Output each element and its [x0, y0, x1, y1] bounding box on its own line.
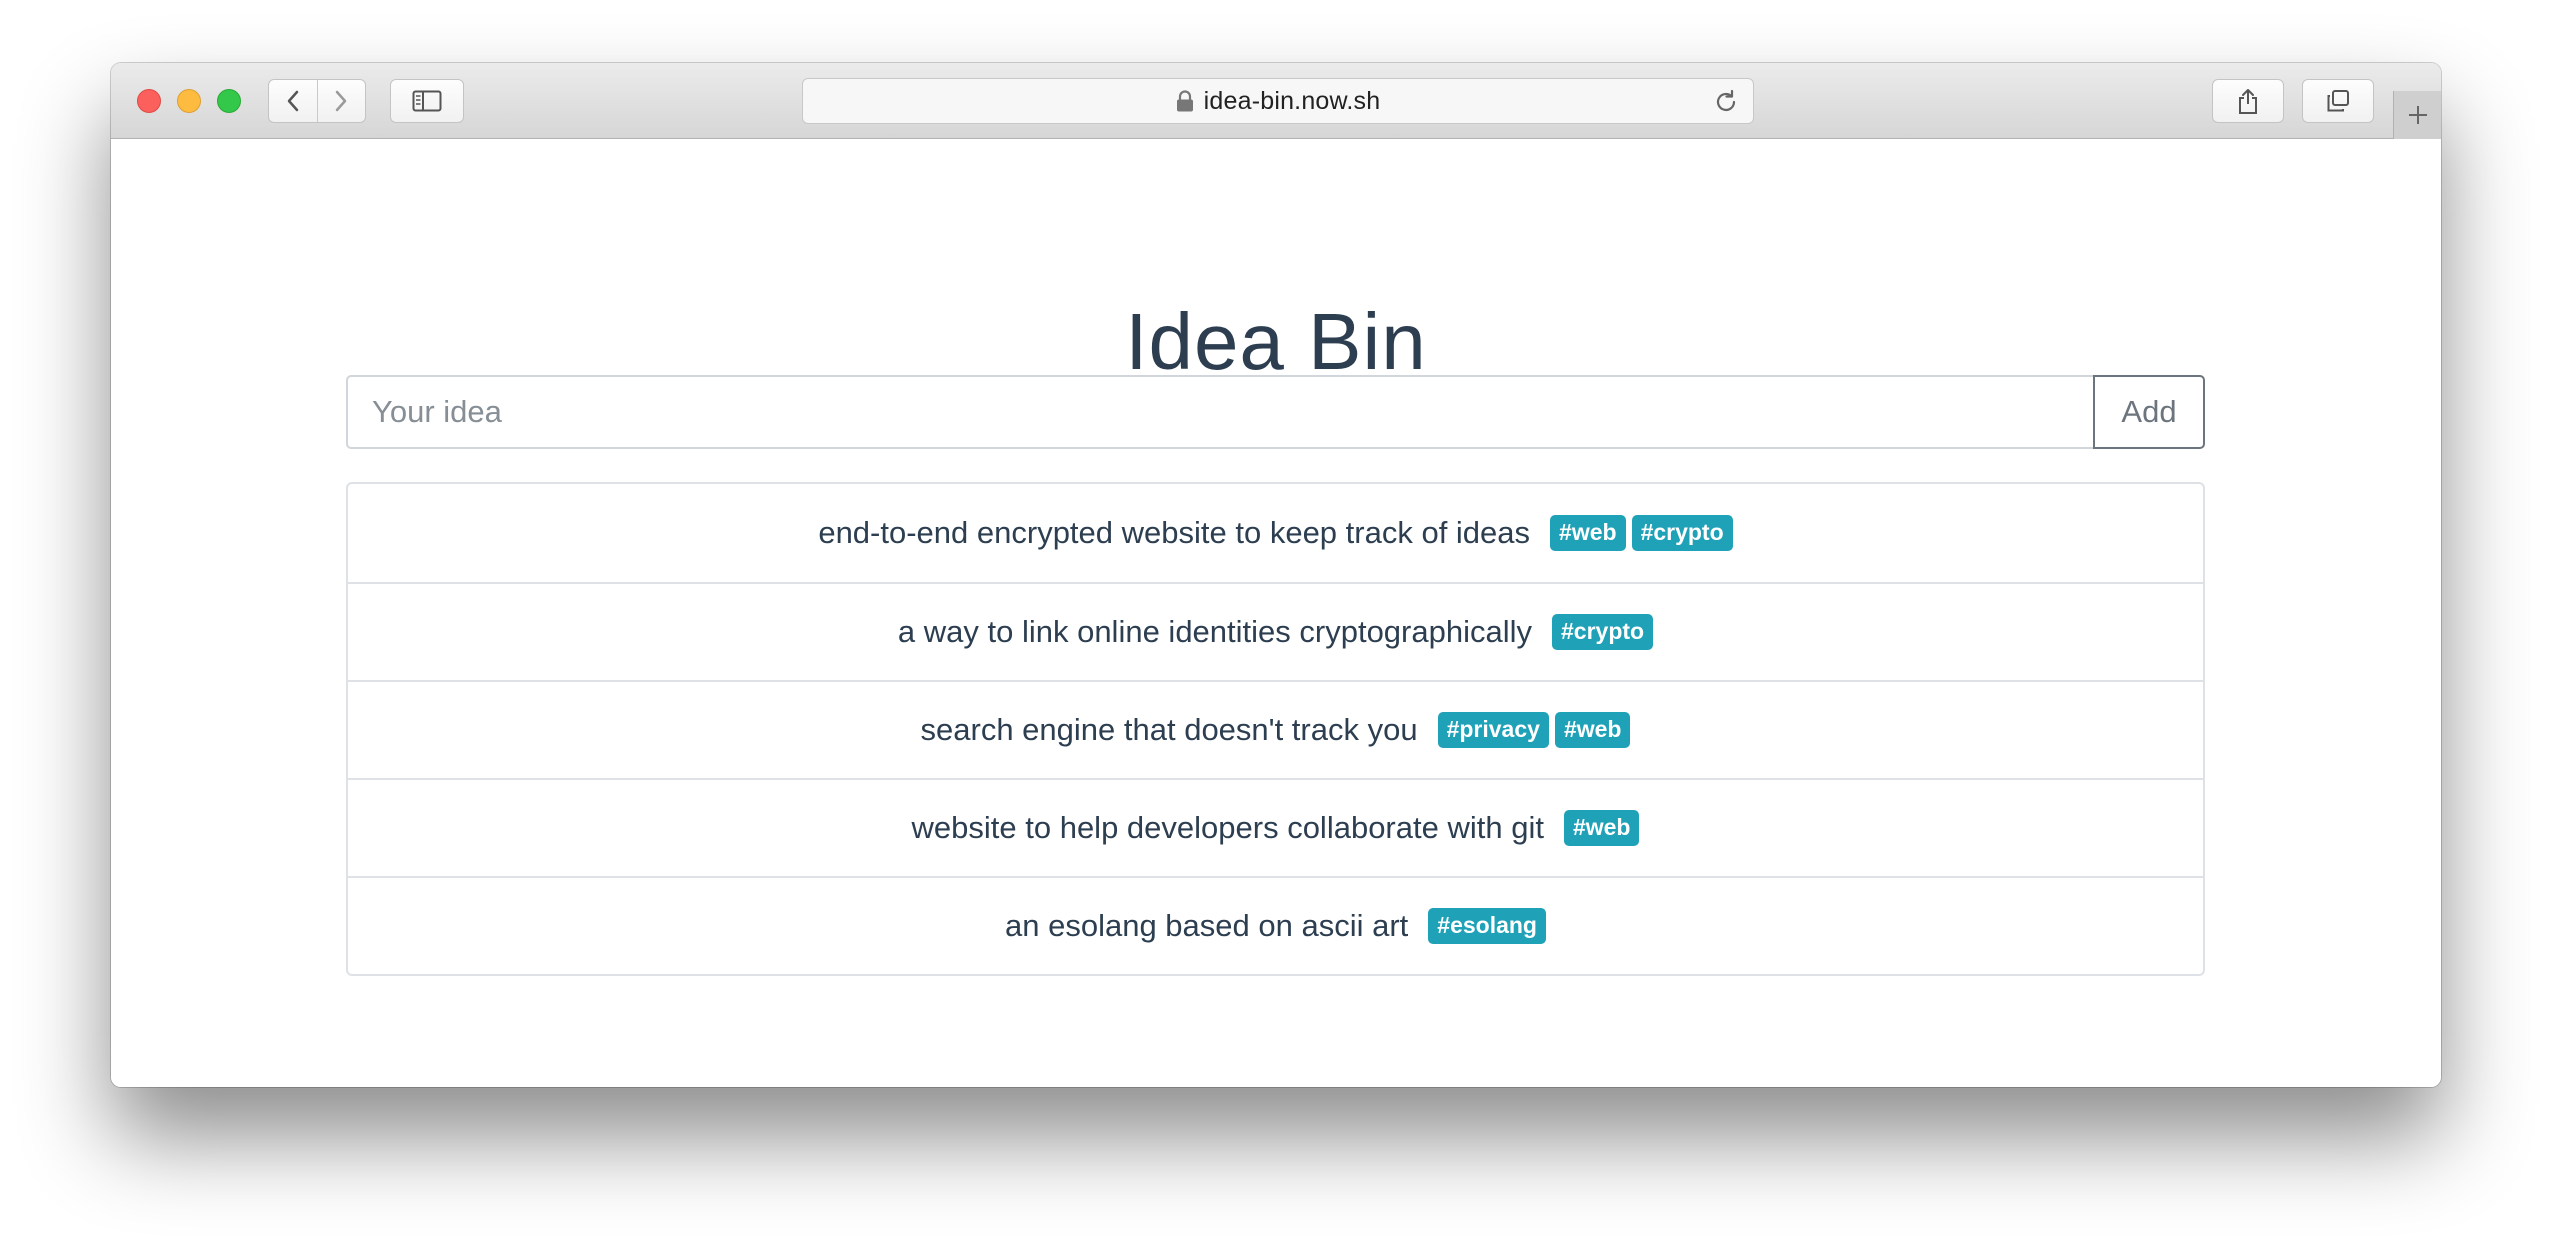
navigation-buttons: [268, 79, 366, 123]
idea-text: website to help developers collaborate w…: [911, 810, 1544, 845]
sidebar-toggle-button[interactable]: [390, 79, 464, 123]
tag-badge[interactable]: #crypto: [1552, 613, 1654, 651]
tag-badge[interactable]: #web: [1554, 711, 1631, 749]
forward-button[interactable]: [316, 80, 366, 122]
browser-toolbar: idea-bin.now.sh: [111, 63, 2441, 139]
chevron-right-icon: [336, 90, 347, 112]
address-bar[interactable]: idea-bin.now.sh: [802, 78, 1754, 124]
address-url: idea-bin.now.sh: [1203, 86, 1381, 115]
lock-icon: [1176, 90, 1193, 112]
idea-text: search engine that doesn't track you: [920, 712, 1418, 747]
tag-badge[interactable]: #web: [1550, 514, 1626, 552]
idea-item: website to help developers collaborate w…: [348, 778, 2203, 876]
share-button[interactable]: [2212, 79, 2284, 123]
new-tab-button[interactable]: [2393, 91, 2441, 139]
new-idea-form: Add: [346, 375, 2205, 449]
screenshot-stage: idea-bin.now.sh Idea Bin Your idea Add e…: [0, 0, 2552, 1246]
idea-input[interactable]: [346, 375, 2093, 449]
tabs-overview-icon: [2327, 90, 2349, 112]
minimize-window-button[interactable]: [177, 89, 201, 113]
idea-item: end-to-end encrypted website to keep tra…: [348, 484, 2203, 582]
idea-item: a way to link online identities cryptogr…: [348, 582, 2203, 680]
tag-badge[interactable]: #esolang: [1428, 907, 1546, 945]
tag-badge[interactable]: #privacy: [1437, 711, 1549, 749]
idea-item: an esolang based on ascii art #esolang: [348, 876, 2203, 974]
page-title: Idea Bin: [1125, 297, 1427, 386]
add-button[interactable]: Add: [2093, 375, 2205, 449]
idea-list: end-to-end encrypted website to keep tra…: [346, 482, 2205, 976]
idea-item: search engine that doesn't track you #pri…: [348, 680, 2203, 778]
close-window-button[interactable]: [137, 89, 161, 113]
idea-text: an esolang based on ascii art: [1005, 908, 1409, 943]
tag-badge[interactable]: #web: [1563, 809, 1640, 847]
browser-window: idea-bin.now.sh Idea Bin Your idea Add e…: [111, 63, 2441, 1087]
plus-icon: [2408, 106, 2427, 124]
tab-overview-button[interactable]: [2302, 79, 2374, 123]
back-button[interactable]: [269, 80, 317, 122]
reload-icon: [1716, 89, 1736, 111]
page-content: Idea Bin Add end-to-end encrypted websit…: [111, 139, 2441, 1087]
sidebar-icon: [412, 90, 442, 112]
address-url-wrap: idea-bin.now.sh: [803, 79, 1753, 123]
reload-button[interactable]: [1713, 89, 1739, 120]
share-icon: [2239, 89, 2257, 114]
tag-badge[interactable]: #crypto: [1631, 514, 1733, 552]
chevron-left-icon: [287, 90, 298, 112]
idea-text: end-to-end encrypted website to keep tra…: [818, 515, 1531, 550]
maximize-window-button[interactable]: [217, 89, 241, 113]
idea-text: a way to link online identities cryptogr…: [897, 614, 1532, 649]
